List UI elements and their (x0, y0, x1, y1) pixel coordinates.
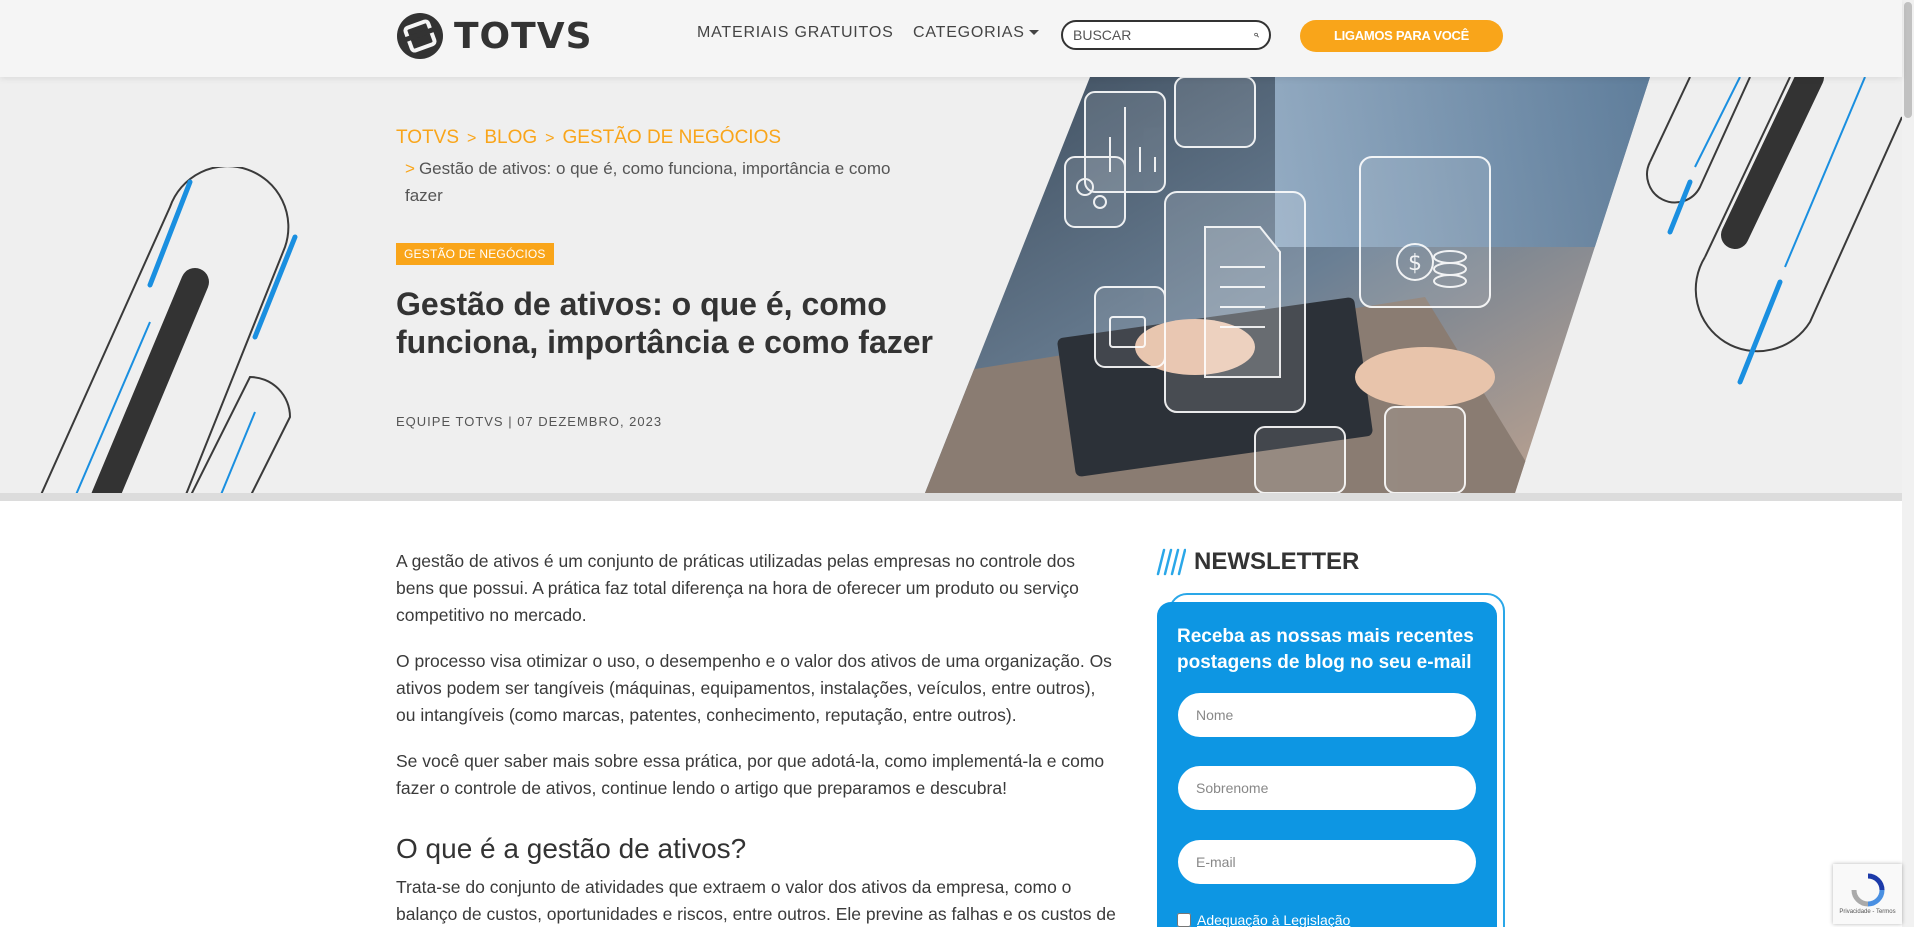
nav-categorias-label: CATEGORIAS (913, 24, 1025, 41)
article-paragraph: Trata-se do conjunto de atividades que e… (396, 877, 1116, 924)
search-input[interactable] (1073, 27, 1254, 43)
left-decorative-shapes (40, 167, 298, 493)
recaptcha-badge[interactable]: Privacidade - Termos (1833, 864, 1902, 924)
category-tag[interactable]: GESTÃO DE NEGÓCIOS (396, 243, 554, 265)
legislation-checkbox[interactable] (1177, 913, 1191, 927)
breadcrumb: > TOTVS>BLOG>GESTÃO DE NEGÓCIOS (396, 127, 781, 149)
breadcrumb-separator: > (545, 130, 555, 147)
recaptcha-icon (1851, 873, 1884, 907)
caret-down-icon (1028, 30, 1039, 36)
recaptcha-text: Privacidade - Termos (1839, 909, 1896, 915)
newsletter-title: NEWSLETTER (1194, 548, 1360, 575)
search-box (1061, 20, 1271, 50)
page-scrollbar[interactable] (1902, 0, 1914, 927)
name-field[interactable] (1178, 693, 1476, 737)
post-meta: EQUIPE TOTVS | 07 DEZEMBRO, 2023 (396, 414, 663, 429)
breadcrumb-blog[interactable]: BLOG (484, 127, 537, 148)
breadcrumb-separator: > (405, 159, 415, 178)
breadcrumb-current-page: > Gestão de ativos: o que é, como funcion… (405, 155, 925, 209)
legislation-label: Adequação à Legislação (1197, 912, 1351, 927)
hero-laptop-image: $ (925, 77, 1650, 493)
email-field[interactable] (1178, 840, 1476, 884)
article-paragraph: Se você quer saber mais sobre essa práti… (396, 751, 1105, 798)
newsletter-description: Receba as nossas mais recentes postagens… (1177, 626, 1474, 673)
logo-text: TOTVS (454, 15, 593, 57)
hero-divider (0, 493, 1902, 501)
surname-field[interactable] (1178, 766, 1476, 810)
site-header: TOTVS MATERIAIS GRATUITOS CATEGORIAS LIG… (0, 0, 1902, 77)
breadcrumb-separator: > (467, 130, 477, 147)
ligamos-para-voce-button[interactable]: LIGAMOS PARA VOCÊ (1300, 20, 1503, 52)
right-decorative-shapes (1646, 77, 1902, 385)
breadcrumb-gestao-de-negocios[interactable]: GESTÃO DE NEGÓCIOS (563, 127, 782, 148)
search-icon[interactable] (1254, 27, 1259, 43)
nav-materiais-gratuitos[interactable]: MATERIAIS GRATUITOS (697, 24, 894, 42)
svg-text:$: $ (1408, 251, 1422, 276)
article-paragraph: A gestão de ativos é um conjunto de prát… (396, 551, 1079, 625)
article-body: A gestão de ativos é um conjunto de prát… (396, 548, 1116, 927)
newsletter-heading: NEWSLETTER (1156, 548, 1359, 576)
page-title: Gestão de ativos: o que é, como funciona… (396, 286, 933, 360)
article-paragraph: O processo visa otimizar o uso, o desemp… (396, 651, 1112, 725)
nav-categorias[interactable]: CATEGORIAS (913, 24, 1039, 42)
breadcrumb-totvs[interactable]: TOTVS (396, 127, 459, 148)
totvs-logo[interactable]: TOTVS (396, 12, 593, 60)
scrollbar-thumb[interactable] (1904, 2, 1912, 118)
legislation-consent[interactable]: Adequação à Legislação (1177, 912, 1477, 927)
stripes-icon (1156, 548, 1186, 576)
section-heading: O que é a gestão de ativos? (396, 833, 747, 864)
totvs-logo-icon (397, 13, 443, 59)
hero-banner: $ > TOTVS > BLOG > GESTÃO DE NEGÓCIOS >Gestã… (0, 77, 1902, 493)
newsletter-form: Receba as nossas mais recentes postagens… (1157, 602, 1497, 927)
breadcrumb-current-label: Gestão de ativos: o que é, como funciona… (405, 159, 891, 205)
